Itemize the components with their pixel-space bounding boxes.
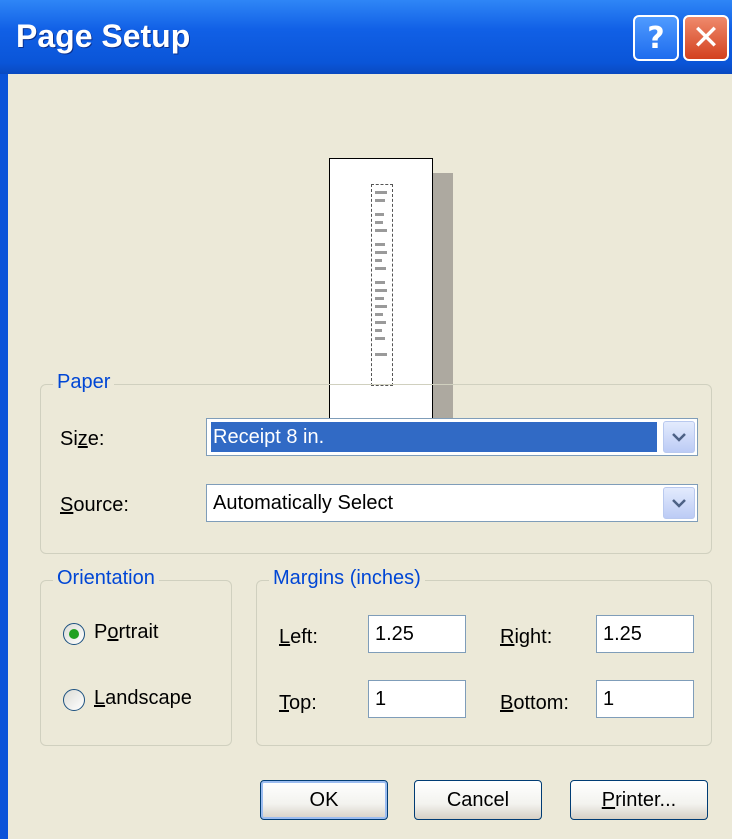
- bottom-margin-input[interactable]: 1: [596, 680, 694, 718]
- preview-text-line: [375, 321, 386, 324]
- preview-text-line: [375, 213, 384, 216]
- close-button[interactable]: ✕: [683, 15, 729, 61]
- title-bar[interactable]: Page Setup ? ✕: [0, 0, 732, 74]
- left-margin-label: Left:: [279, 626, 318, 648]
- paper-size-dropdown-button[interactable]: [663, 421, 695, 453]
- page-setup-dialog: Page Setup ? ✕ Paper Size: Receipt 8 in.…: [0, 0, 732, 839]
- landscape-label[interactable]: Landscape: [94, 687, 192, 710]
- preview-text-line: [375, 281, 385, 284]
- preview-text-line: [375, 329, 382, 332]
- source-label: Source:: [60, 494, 129, 516]
- preview-text-line: [375, 259, 382, 262]
- preview-text-line: [375, 297, 384, 300]
- top-margin-input[interactable]: 1: [368, 680, 466, 718]
- paper-size-value: Receipt 8 in.: [211, 422, 657, 452]
- paper-source-select[interactable]: Automatically Select: [206, 484, 698, 522]
- portrait-label[interactable]: Portrait: [94, 621, 158, 644]
- chevron-down-icon: [672, 433, 686, 442]
- preview-text-line: [375, 305, 387, 308]
- preview-text-line: [375, 313, 383, 316]
- dialog-title: Page Setup: [16, 18, 191, 54]
- paper-group-title: Paper: [53, 371, 115, 394]
- right-margin-input[interactable]: 1.25: [596, 615, 694, 653]
- help-button[interactable]: ?: [633, 15, 679, 61]
- ok-button[interactable]: OK: [260, 780, 388, 820]
- portrait-radio[interactable]: [63, 623, 85, 645]
- preview-text-line: [375, 199, 385, 202]
- preview-text-line: [375, 289, 387, 292]
- preview-text-line: [375, 243, 385, 246]
- radio-selected-dot: [69, 629, 79, 639]
- paper-group: Paper: [40, 371, 712, 554]
- orientation-group: Orientation: [40, 567, 232, 746]
- right-margin-label: Right:: [500, 626, 553, 648]
- orientation-group-title: Orientation: [53, 567, 159, 590]
- bottom-margin-label: Bottom:: [500, 692, 569, 714]
- margins-group-title: Margins (inches): [269, 567, 425, 590]
- preview-text-line: [375, 191, 387, 194]
- preview-text-line: [375, 267, 386, 270]
- printer-button[interactable]: Printer...: [570, 780, 708, 820]
- cancel-button[interactable]: Cancel: [414, 780, 542, 820]
- left-margin-input[interactable]: 1.25: [368, 615, 466, 653]
- paper-source-dropdown-button[interactable]: [663, 487, 695, 519]
- preview-text-line: [375, 337, 385, 340]
- preview-text-line: [375, 353, 387, 356]
- preview-text-line: [375, 229, 387, 232]
- preview-printable-area: [371, 184, 393, 386]
- close-icon: ✕: [691, 18, 721, 58]
- size-label: Size:: [60, 428, 105, 450]
- paper-size-select[interactable]: Receipt 8 in.: [206, 418, 698, 456]
- top-margin-label: Top:: [279, 692, 317, 714]
- landscape-radio[interactable]: [63, 689, 85, 711]
- help-icon: ?: [647, 20, 665, 56]
- margins-group: Margins (inches): [256, 567, 712, 746]
- dialog-body: Paper Size: Receipt 8 in. Source: Automa…: [8, 74, 732, 839]
- preview-text-line: [375, 221, 383, 224]
- chevron-down-icon: [672, 499, 686, 508]
- paper-source-value: Automatically Select: [213, 492, 394, 514]
- preview-text-line: [375, 251, 387, 254]
